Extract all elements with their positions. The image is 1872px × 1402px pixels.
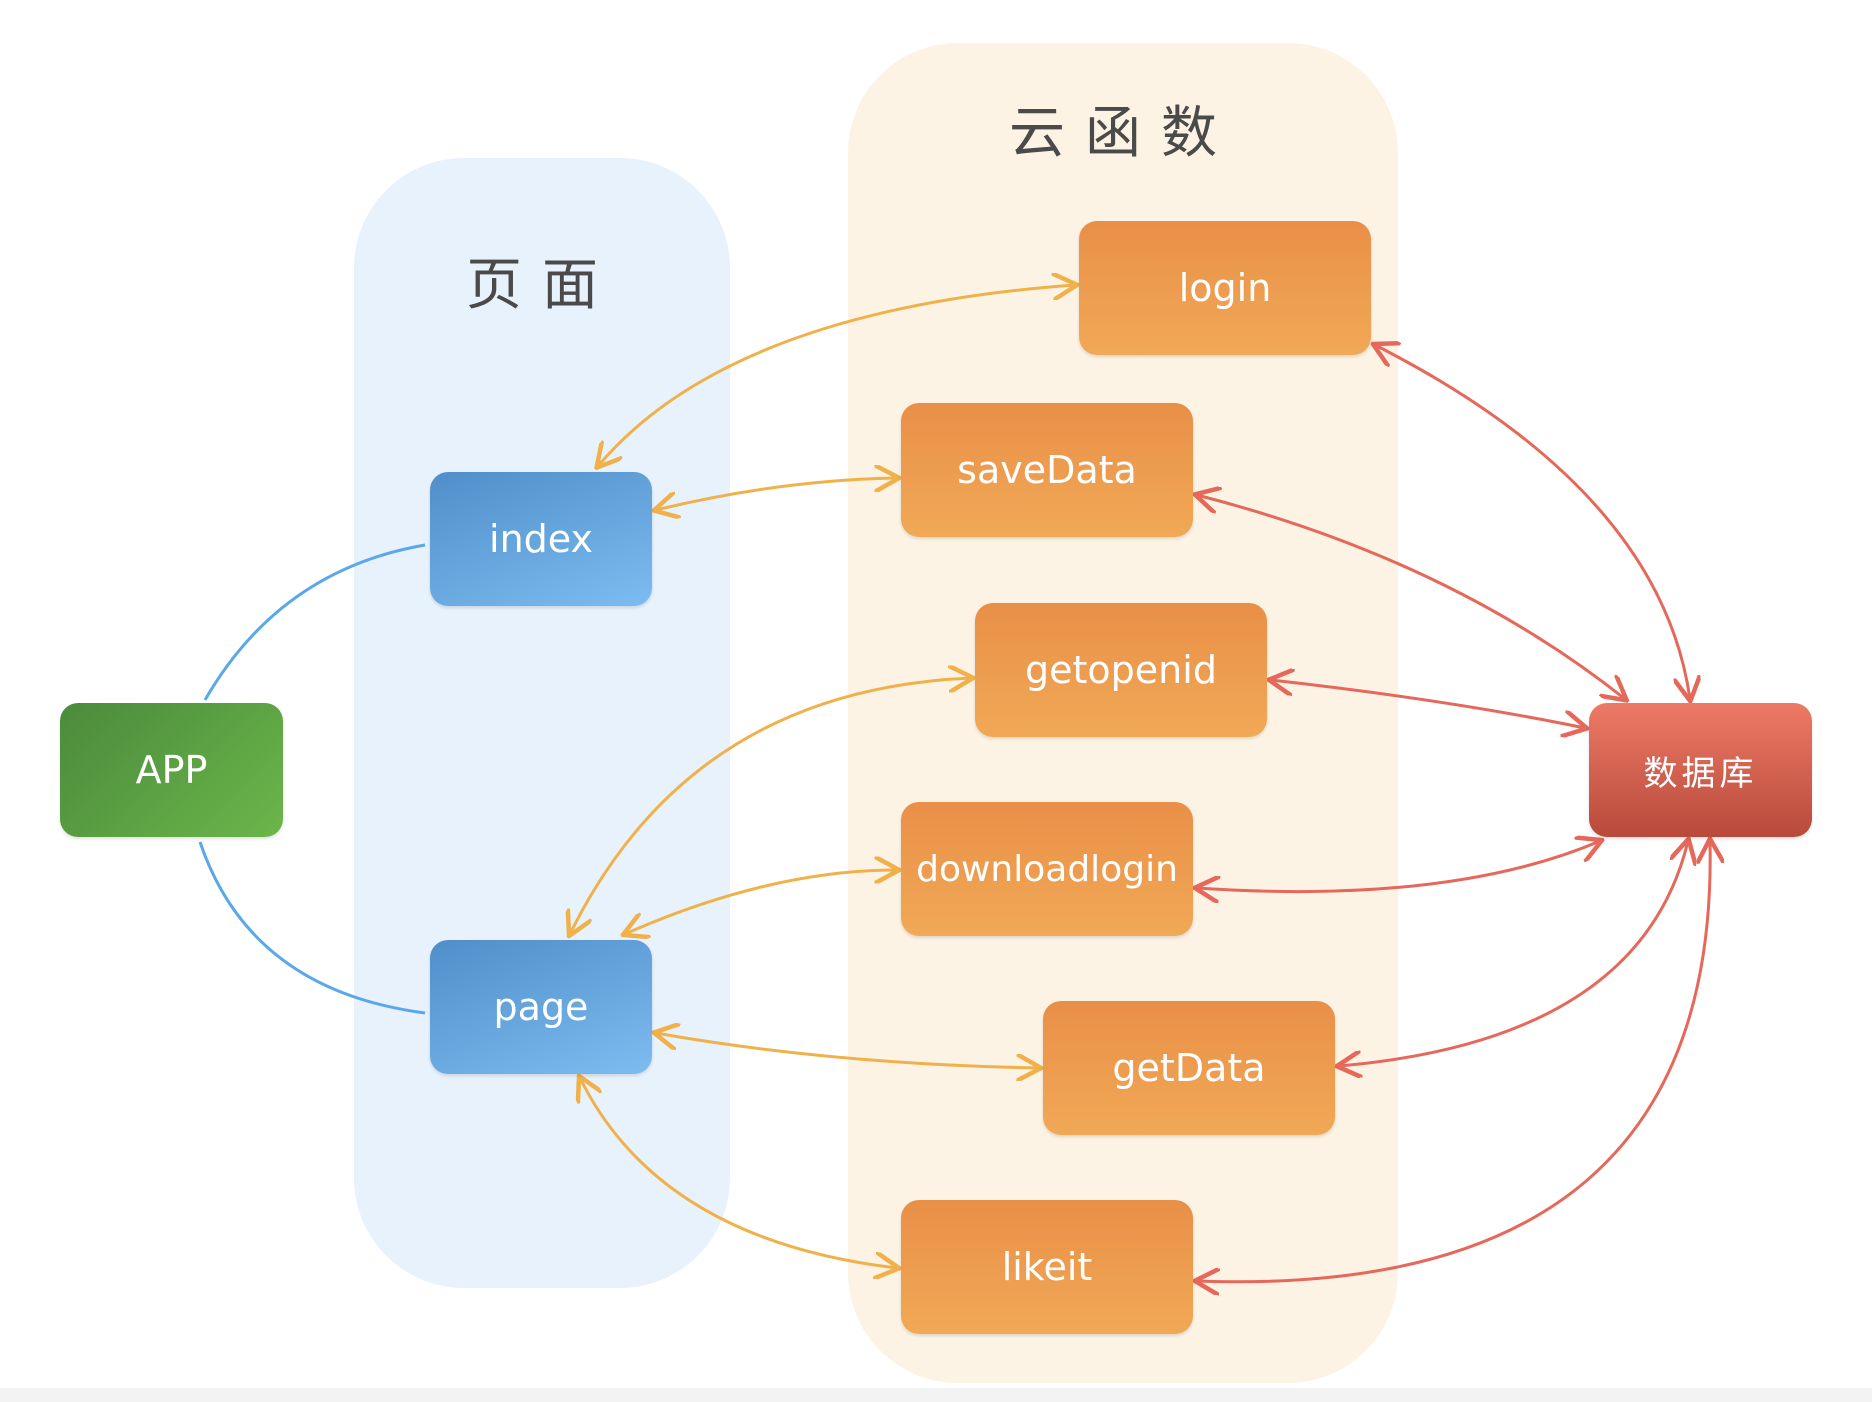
- likeit-function-node[interactable]: likeit: [901, 1200, 1193, 1334]
- login-function-node[interactable]: login: [1079, 221, 1371, 355]
- bottom-divider: [0, 1388, 1872, 1402]
- savedata-function-node[interactable]: saveData: [901, 403, 1193, 537]
- downloadlogin-function-node[interactable]: downloadlogin: [901, 802, 1193, 936]
- link-page-likeit: [580, 1078, 897, 1268]
- link-downloadlogin-database: [1197, 841, 1600, 892]
- link-getopenid-database: [1271, 680, 1585, 728]
- getopenid-function-node[interactable]: getopenid: [975, 603, 1267, 737]
- app-node[interactable]: APP: [60, 703, 283, 837]
- link-app-index: [203, 543, 426, 701]
- link-index-savedata: [656, 478, 897, 510]
- link-page-getdata: [656, 1033, 1039, 1068]
- link-getdata-database: [1339, 841, 1688, 1066]
- getdata-function-node[interactable]: getData: [1043, 1001, 1335, 1135]
- link-page-downloadlogin: [625, 870, 897, 934]
- page-page-node[interactable]: page: [430, 940, 652, 1074]
- connection-lines: [198, 0, 1872, 1402]
- index-page-node[interactable]: index: [430, 472, 652, 606]
- link-app-page: [198, 841, 426, 1015]
- link-login-database: [1375, 345, 1690, 699]
- database-node[interactable]: 数据库: [1589, 703, 1812, 837]
